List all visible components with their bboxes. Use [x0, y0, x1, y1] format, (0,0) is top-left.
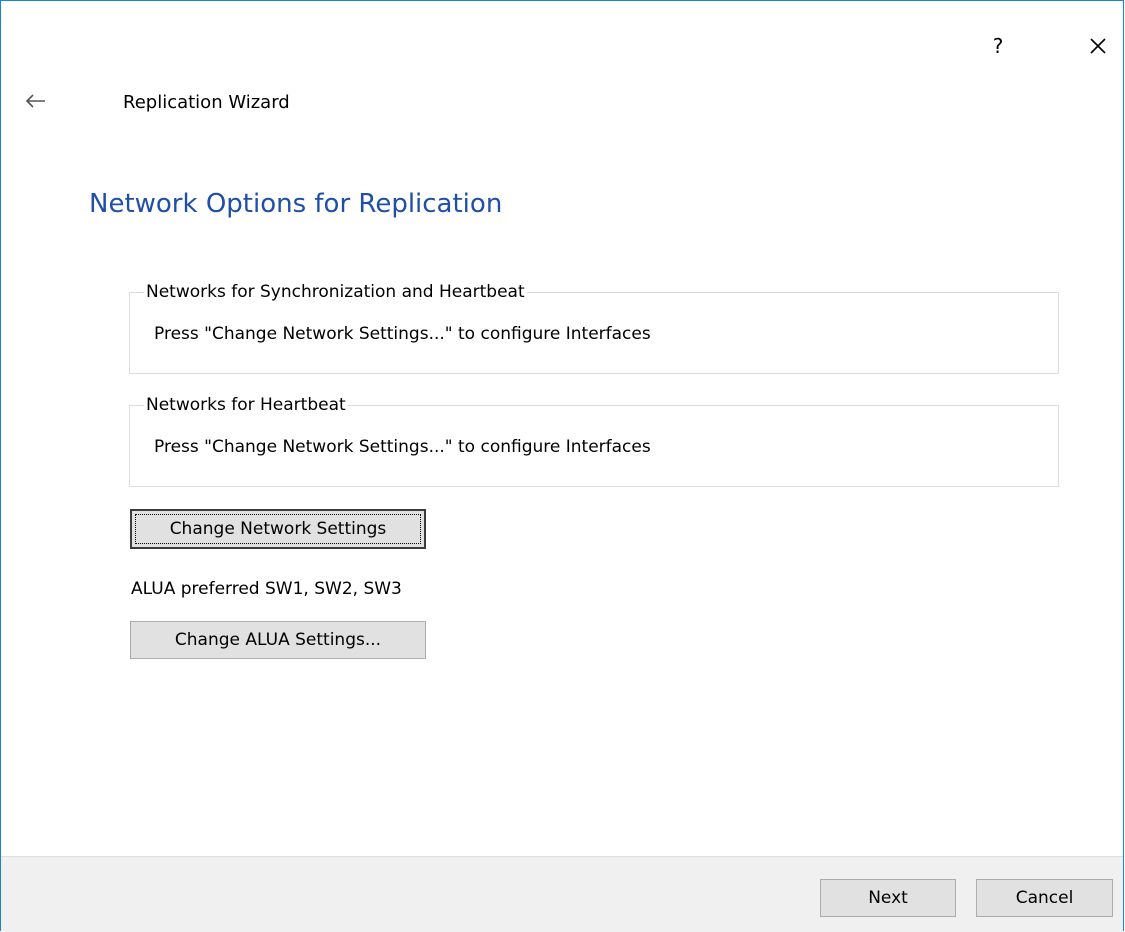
- change-network-settings-button[interactable]: Change Network Settings: [130, 509, 426, 549]
- help-button[interactable]: ?: [981, 29, 1015, 63]
- wizard-title: Replication Wizard: [123, 92, 290, 113]
- next-button[interactable]: Next: [820, 879, 956, 917]
- close-icon: [1090, 38, 1106, 54]
- change-network-settings-label: Change Network Settings: [169, 519, 387, 539]
- page-title: Network Options for Replication: [89, 189, 503, 219]
- cancel-label: Cancel: [1015, 888, 1074, 908]
- heartbeat-hint: Press "Change Network Settings..." to co…: [154, 437, 651, 457]
- next-label: Next: [868, 888, 908, 908]
- change-alua-settings-label: Change ALUA Settings...: [174, 630, 382, 650]
- wizard-window: ? Replication Wizard Network Options for…: [0, 0, 1124, 932]
- back-arrow-icon: [25, 94, 45, 108]
- cancel-button[interactable]: Cancel: [976, 879, 1113, 917]
- sync-heartbeat-legend: Networks for Synchronization and Heartbe…: [144, 280, 527, 304]
- sync-heartbeat-groupbox: Networks for Synchronization and Heartbe…: [129, 280, 1059, 374]
- alua-preferred-text: ALUA preferred SW1, SW2, SW3: [131, 579, 402, 599]
- heartbeat-groupbox: Networks for Heartbeat Press "Change Net…: [129, 393, 1059, 487]
- sync-heartbeat-hint: Press "Change Network Settings..." to co…: [154, 324, 651, 344]
- back-button[interactable]: [21, 87, 51, 117]
- heartbeat-legend: Networks for Heartbeat: [144, 393, 348, 417]
- wizard-footer: Next Cancel: [1, 856, 1123, 932]
- close-button[interactable]: [1081, 29, 1115, 63]
- change-alua-settings-button[interactable]: Change ALUA Settings...: [130, 621, 426, 659]
